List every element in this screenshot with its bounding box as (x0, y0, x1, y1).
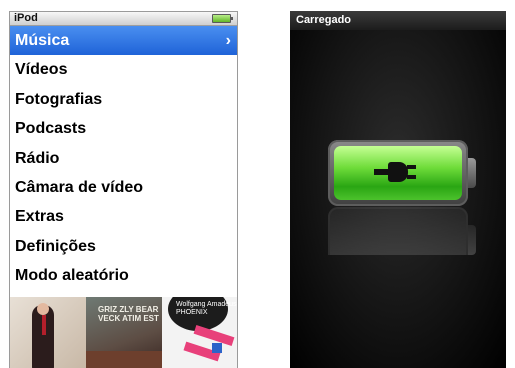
battery-terminal (468, 158, 476, 188)
chevron-right-icon: › (225, 32, 231, 49)
menu-item-label: Rádio (15, 149, 60, 167)
album-cover-2: GRIZ ZLY BEAR VECK ATIM EST (86, 297, 162, 368)
album-cover-1 (10, 297, 86, 368)
menu-item-label: Vídeos (15, 61, 68, 79)
menu-item-videos[interactable]: Vídeos (10, 55, 237, 84)
menu-item-musica[interactable]: Música › (10, 26, 237, 56)
menu-item-label: Definições (15, 237, 96, 255)
menu-item-modo-aleatorio[interactable]: Modo aleatório (10, 261, 237, 290)
menu-item-label: Música (15, 32, 70, 49)
battery-reflection (328, 207, 476, 255)
main-menu: Música › Vídeos Fotografias Podcasts Rád… (10, 26, 237, 291)
battery-icon (212, 14, 233, 23)
menu-item-definicoes[interactable]: Definições (10, 232, 237, 261)
menu-item-radio[interactable]: Rádio (10, 144, 237, 173)
cover-strip (86, 351, 162, 368)
album-cover-2-text: GRIZ ZLY BEAR VECK ATIM EST (98, 305, 159, 323)
cover-square (212, 343, 222, 353)
status-bar: iPod (10, 12, 237, 26)
album-art-strip: GRIZ ZLY BEAR VECK ATIM EST Wolfgang Ama… (10, 297, 237, 368)
menu-item-label: Extras (15, 208, 64, 226)
menu-item-fotografias[interactable]: Fotografias (10, 85, 237, 114)
status-title: iPod (14, 12, 38, 24)
album-cover-3-text: Wolfgang Amadeus PHOENIX (176, 301, 237, 316)
menu-item-label: Fotografias (15, 90, 103, 108)
menu-item-label: Podcasts (15, 120, 87, 138)
album-cover-3: Wolfgang Amadeus PHOENIX (162, 297, 237, 368)
charging-screen: Carregado (290, 11, 506, 368)
cover-tie (42, 315, 46, 335)
battery-charged-icon (328, 140, 476, 206)
charging-status-bar: Carregado (290, 11, 506, 31)
menu-item-label: Câmara de vídeo (15, 178, 144, 196)
charging-status-text: Carregado (296, 14, 352, 26)
menu-item-camara-de-video[interactable]: Câmara de vídeo (10, 173, 237, 202)
menu-item-podcasts[interactable]: Podcasts (10, 114, 237, 143)
menu-item-label: Modo aleatório (15, 267, 129, 285)
menu-item-extras[interactable]: Extras (10, 202, 237, 231)
ipod-main-menu-screen: iPod Música › Vídeos Fotografias Podcast… (9, 11, 238, 368)
